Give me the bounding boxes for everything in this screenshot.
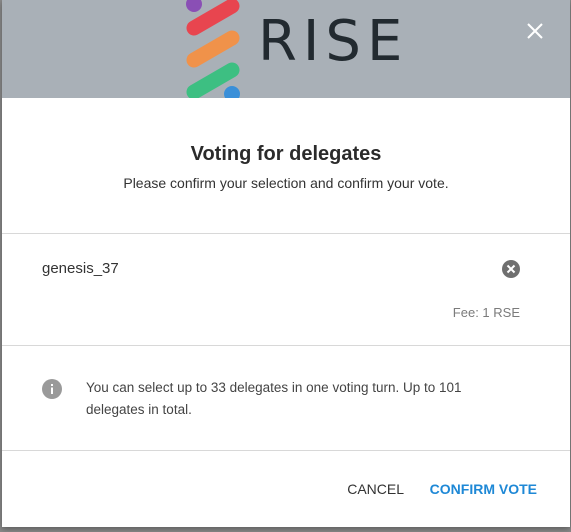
logo-wordmark: RISE: [258, 9, 409, 74]
dialog-title: Voting for delegates: [190, 143, 382, 165]
info-text: You can select up to 33 delegates in one…: [86, 380, 462, 417]
info-section: You can select up to 33 delegates in one…: [2, 346, 570, 451]
cancel-button[interactable]: CANCEL: [347, 481, 404, 497]
logo-stripe-orange: [186, 30, 240, 68]
remove-circle-icon[interactable]: [502, 260, 520, 278]
delegate-name: genesis_37: [42, 260, 119, 277]
dialog-subtitle: Please confirm your selection and confir…: [123, 175, 449, 191]
confirm-vote-button[interactable]: CONFIRM VOTE: [430, 481, 537, 497]
close-icon[interactable]: [524, 20, 546, 42]
logo-dot-blue: [224, 86, 240, 98]
dialog-header: RISE: [2, 0, 570, 98]
vote-fee: Fee: 1 RSE: [452, 305, 520, 320]
info-icon: [42, 379, 62, 399]
logo-dot-purple: [186, 0, 202, 12]
selected-delegate-row: genesis_37 Fee: 1 RSE: [2, 234, 570, 346]
vote-confirm-dialog: RISE Voting for delegates Please confirm…: [2, 0, 570, 527]
dialog-actions: CANCEL CONFIRM VOTE: [2, 451, 570, 527]
dialog-title-section: Voting for delegates Please confirm your…: [2, 98, 570, 234]
